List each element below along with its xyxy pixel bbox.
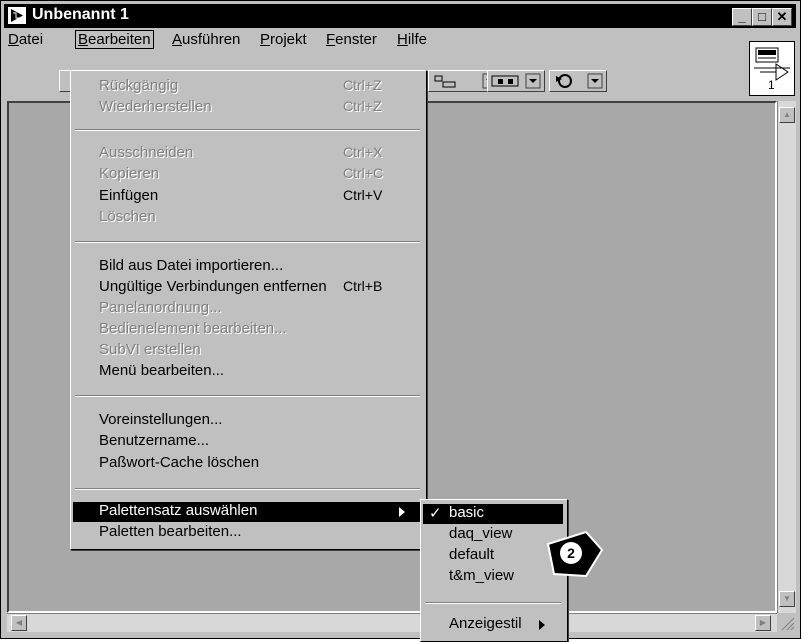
vertical-scrollbar[interactable]: ▲ ▼ — [777, 101, 796, 613]
palette-option-display-style[interactable]: Anzeigestil — [423, 615, 563, 635]
vi-connector-pane-icon[interactable]: 1 — [749, 41, 795, 96]
scroll-down-icon[interactable]: ▼ — [779, 591, 795, 607]
menu-hilfe[interactable]: Hilfe — [397, 31, 427, 48]
menu-item-clear-password-cache[interactable]: Paßwort-Cache löschen — [73, 454, 422, 474]
menu-item-copy[interactable]: Kopieren Ctrl+C — [73, 165, 422, 185]
menu-item-redo[interactable]: Wiederherstellen Ctrl+Z — [73, 98, 422, 118]
distribute-objects-dropdown[interactable] — [487, 70, 545, 92]
menu-item-edit-menu[interactable]: Menü bearbeiten... — [73, 362, 422, 382]
step-callout: 2 — [546, 524, 604, 584]
menu-separator — [75, 488, 420, 490]
checkmark-icon: ✓ — [429, 505, 442, 522]
menu-item-preferences[interactable]: Voreinstellungen... — [73, 411, 422, 431]
edit-menu-dropdown: Rückgängig Ctrl+Z Wiederherstellen Ctrl+Z … — [70, 70, 427, 550]
menu-bar: Datei Bearbeiten Ausführen Projekt Fenst… — [4, 29, 744, 51]
reorder-objects-dropdown[interactable] — [549, 70, 607, 92]
menu-item-paste[interactable]: Einfügen Ctrl+V — [73, 187, 422, 207]
menu-projekt[interactable]: Projekt — [260, 31, 307, 48]
menu-separator — [75, 241, 420, 243]
palette-option-basic[interactable]: ✓ basic — [423, 504, 563, 524]
menu-item-cut[interactable]: Ausschneiden Ctrl+X — [73, 144, 422, 164]
resize-grip-icon[interactable] — [778, 614, 796, 632]
menu-item-delete[interactable]: Löschen — [73, 208, 422, 228]
menu-item-import-picture[interactable]: Bild aus Datei importieren... — [73, 257, 422, 277]
menu-item-remove-broken-wires[interactable]: Ungültige Verbindungen entfernen Ctrl+B — [73, 278, 422, 298]
palette-option-tm-view[interactable]: t&m_view — [423, 567, 563, 587]
palette-option-default[interactable]: default — [423, 546, 563, 566]
labview-vi-icon — [8, 7, 26, 24]
menu-datei[interactable]: Datei — [8, 31, 43, 48]
reorder-icon — [556, 73, 603, 89]
submenu-arrow-icon — [539, 620, 545, 630]
menu-separator — [75, 395, 420, 397]
menu-item-edit-palettes[interactable]: Paletten bearbeiten... — [73, 523, 422, 543]
window-title: Unbenannt 1 — [32, 6, 129, 23]
menu-item-undo[interactable]: Rückgängig Ctrl+Z — [73, 77, 422, 97]
maximize-button[interactable]: □ — [752, 8, 772, 26]
menu-separator — [425, 602, 561, 604]
scroll-up-icon[interactable]: ▲ — [779, 107, 795, 123]
menu-ausfuehren[interactable]: Ausführen — [172, 31, 240, 48]
distribute-icon — [491, 73, 541, 89]
horizontal-scrollbar[interactable]: ◀ ▶ — [7, 613, 777, 632]
menu-item-select-palette-set[interactable]: Palettensatz auswählen — [73, 502, 422, 522]
menu-fenster[interactable]: Fenster — [326, 31, 377, 48]
title-bar[interactable]: Unbenannt 1 _ □ ✕ — [4, 4, 796, 28]
scroll-left-icon[interactable]: ◀ — [11, 615, 27, 631]
close-button[interactable]: ✕ — [772, 8, 792, 26]
menu-item-edit-control[interactable]: Bedienelement bearbeiten... — [73, 320, 422, 340]
connector-number: 1 — [768, 78, 775, 92]
menu-separator — [75, 129, 420, 131]
submenu-arrow-icon — [399, 507, 405, 517]
menu-item-create-subvi[interactable]: SubVI erstellen — [73, 341, 422, 361]
minimize-button[interactable]: _ — [732, 8, 752, 26]
menu-item-panel-order[interactable]: Panelanordnung... — [73, 299, 422, 319]
scroll-right-icon[interactable]: ▶ — [755, 615, 771, 631]
menu-bearbeiten[interactable]: Bearbeiten — [75, 30, 154, 49]
callout-number: 2 — [560, 542, 582, 564]
menu-item-user-name[interactable]: Benutzername... — [73, 432, 422, 452]
palette-option-daq-view[interactable]: daq_view — [423, 525, 563, 545]
